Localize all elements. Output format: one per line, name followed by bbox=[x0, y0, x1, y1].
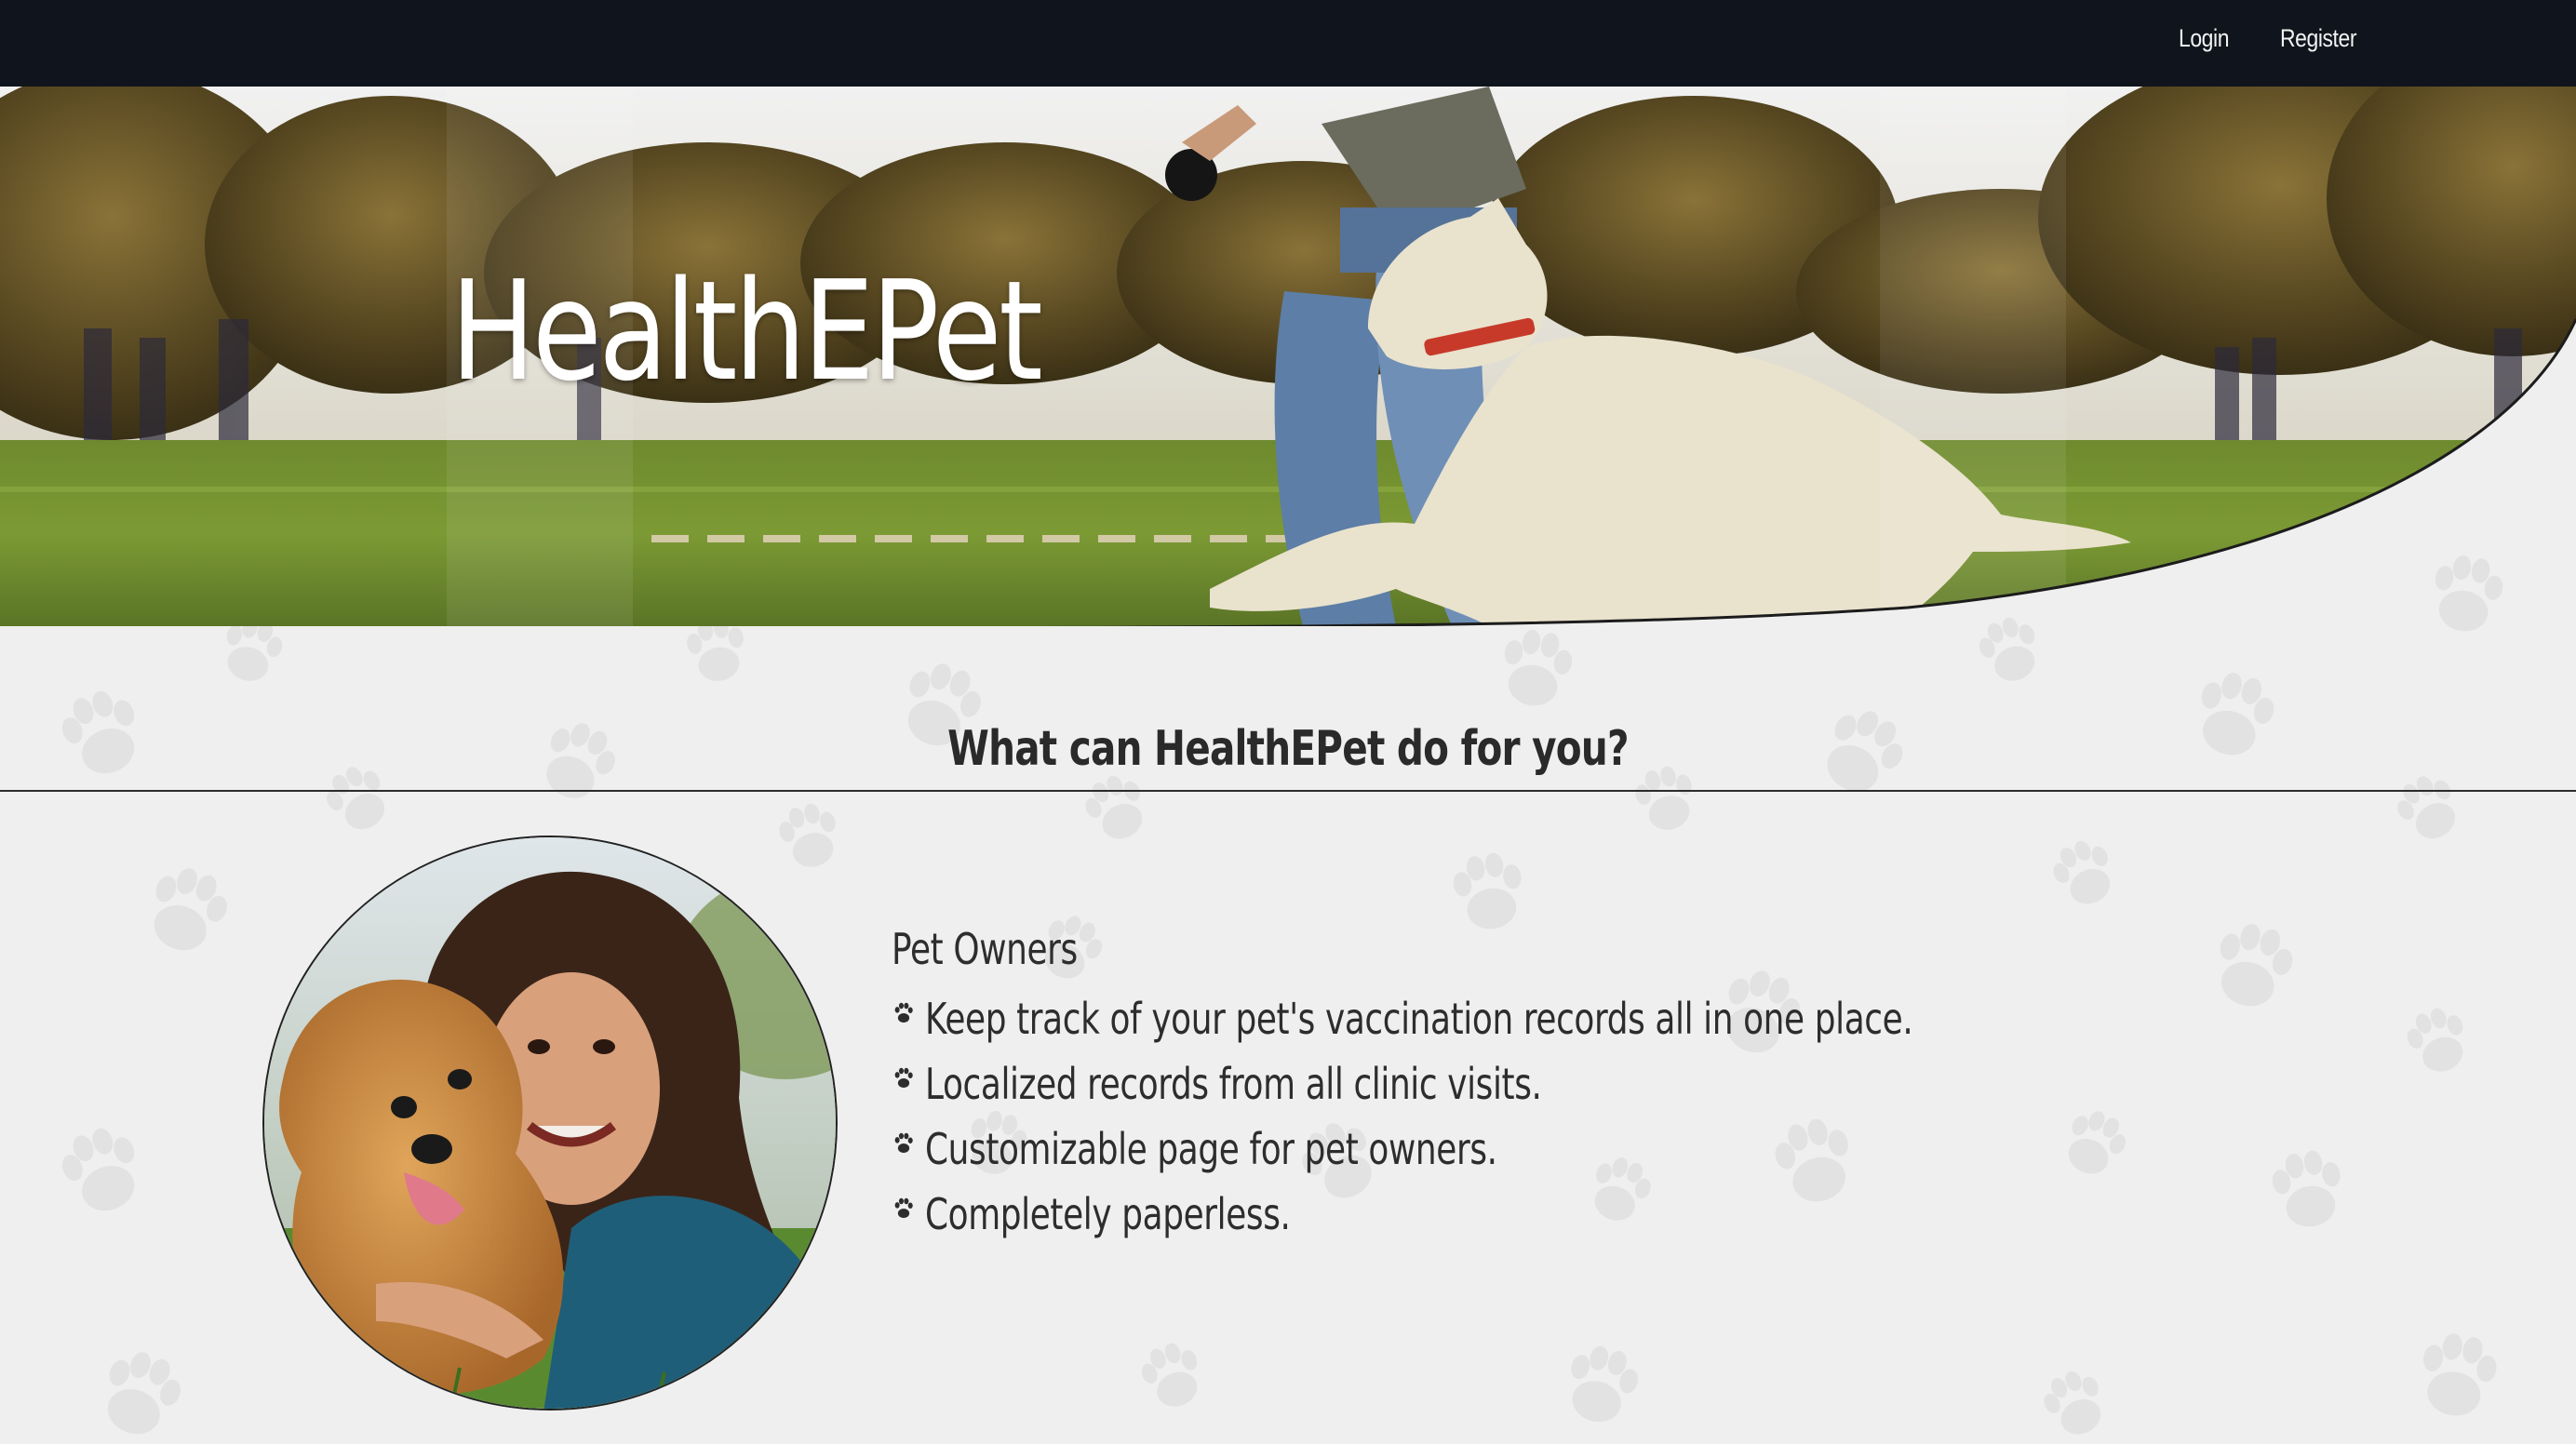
paw-icon bbox=[894, 1067, 913, 1089]
login-link[interactable]: Login bbox=[2179, 24, 2229, 53]
features-list: Keep track of your pet's vaccination rec… bbox=[892, 986, 2192, 1247]
feature-text: Localized records from all clinic visits… bbox=[925, 1059, 1542, 1109]
top-navbar: Login Register bbox=[0, 0, 2576, 87]
register-link[interactable]: Register bbox=[2280, 24, 2356, 53]
feature-text: Customizable page for pet owners. bbox=[925, 1124, 1497, 1174]
list-item: Localized records from all clinic visits… bbox=[892, 1051, 2192, 1116]
pet-owner-image bbox=[264, 837, 836, 1409]
list-item: Customizable page for pet owners. bbox=[892, 1116, 2192, 1182]
pet-owner-photo bbox=[262, 836, 838, 1411]
pet-owners-features: Pet Owners Keep track of your pet's vacc… bbox=[892, 921, 2192, 1247]
features-title: Pet Owners bbox=[892, 924, 1078, 974]
section-heading-text: What can HealthEPet do for you? bbox=[947, 721, 1629, 777]
feature-text: Keep track of your pet's vaccination rec… bbox=[925, 994, 1913, 1044]
list-item: Completely paperless. bbox=[892, 1182, 2192, 1247]
hero-image bbox=[0, 87, 2576, 626]
paw-icon bbox=[894, 1132, 913, 1154]
feature-text: Completely paperless. bbox=[925, 1189, 1291, 1239]
paw-icon bbox=[894, 1002, 913, 1023]
section-heading: What can HealthEPet do for you? bbox=[0, 721, 2576, 777]
paw-icon bbox=[894, 1197, 913, 1219]
brand-title: HealthEPet bbox=[450, 251, 1043, 411]
hero-banner: HealthEPet bbox=[0, 87, 2576, 626]
section-divider bbox=[0, 790, 2576, 792]
list-item: Keep track of your pet's vaccination rec… bbox=[892, 986, 2192, 1051]
